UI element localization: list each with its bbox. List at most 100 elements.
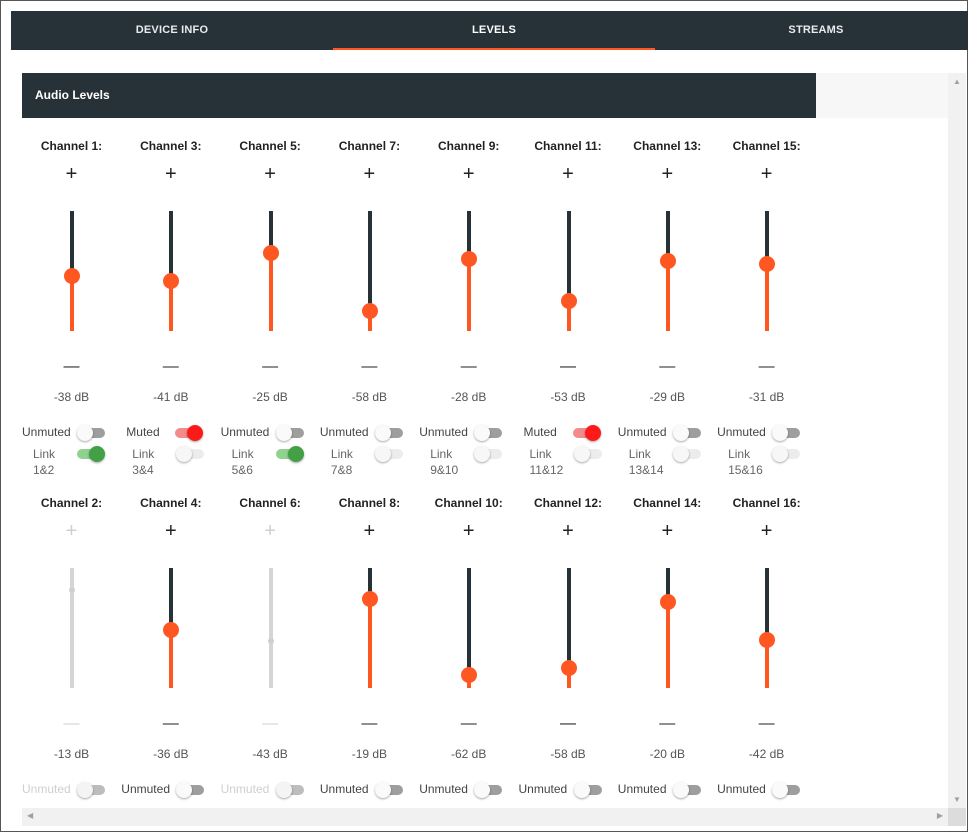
- mute-toggle[interactable]: [275, 425, 304, 441]
- mute-toggle[interactable]: [772, 782, 801, 798]
- volume-slider[interactable]: [262, 211, 279, 331]
- link-toggle[interactable]: [573, 446, 602, 462]
- volume-down-button[interactable]: —: [221, 714, 320, 734]
- link-toggle[interactable]: [374, 446, 403, 462]
- mute-toggle[interactable]: [275, 782, 304, 798]
- volume-slider[interactable]: [560, 568, 577, 688]
- slider-thumb[interactable]: [361, 303, 378, 319]
- volume-up-button[interactable]: +: [717, 164, 816, 184]
- link-toggle[interactable]: [275, 446, 304, 462]
- volume-down-button[interactable]: —: [320, 357, 419, 377]
- mute-toggle[interactable]: [176, 782, 205, 798]
- volume-down-button[interactable]: —: [717, 714, 816, 734]
- mute-toggle[interactable]: [77, 425, 105, 441]
- volume-up-button[interactable]: +: [618, 164, 717, 184]
- volume-down-button[interactable]: —: [419, 357, 518, 377]
- slider-thumb[interactable]: [262, 245, 279, 261]
- volume-up-button[interactable]: +: [121, 521, 220, 541]
- horizontal-scrollbar[interactable]: ◀ ▶: [22, 808, 948, 826]
- scroll-left-icon[interactable]: ◀: [27, 811, 33, 820]
- volume-slider[interactable]: [361, 568, 378, 688]
- mute-toggle[interactable]: [474, 425, 503, 441]
- volume-up-button[interactable]: +: [419, 521, 518, 541]
- volume-slider[interactable]: [759, 211, 776, 331]
- volume-up-button[interactable]: +: [320, 164, 419, 184]
- scroll-right-icon[interactable]: ▶: [937, 811, 943, 820]
- volume-up-button[interactable]: +: [22, 164, 121, 184]
- active-tab-indicator: [333, 48, 655, 50]
- volume-slider[interactable]: [267, 568, 275, 688]
- volume-slider[interactable]: [64, 211, 80, 331]
- scroll-down-icon[interactable]: ▼: [948, 795, 966, 804]
- tab-device-info[interactable]: DEVICE INFO: [11, 11, 333, 50]
- scroll-up-icon[interactable]: ▲: [948, 77, 966, 86]
- volume-down-button[interactable]: —: [419, 714, 518, 734]
- volume-slider[interactable]: [461, 568, 478, 688]
- volume-up-button[interactable]: +: [717, 521, 816, 541]
- volume-up-button[interactable]: +: [419, 164, 518, 184]
- vertical-scrollbar[interactable]: ▲ ▼: [948, 73, 966, 808]
- slider-thumb[interactable]: [659, 594, 676, 610]
- volume-down-button[interactable]: —: [121, 357, 220, 377]
- volume-down-button[interactable]: —: [519, 714, 618, 734]
- volume-slider[interactable]: [560, 211, 577, 331]
- slider-thumb[interactable]: [163, 273, 180, 289]
- tab-streams[interactable]: STREAMS: [655, 11, 968, 50]
- mute-toggle[interactable]: [772, 425, 801, 441]
- volume-up-button[interactable]: +: [221, 521, 320, 541]
- volume-up-button[interactable]: +: [121, 164, 220, 184]
- volume-down-button[interactable]: —: [320, 714, 419, 734]
- volume-up-button[interactable]: +: [221, 164, 320, 184]
- volume-slider[interactable]: [461, 211, 478, 331]
- tab-levels[interactable]: LEVELS: [333, 11, 655, 50]
- volume-up-button[interactable]: +: [22, 521, 121, 541]
- volume-slider[interactable]: [68, 568, 76, 688]
- link-toggle[interactable]: [77, 446, 105, 462]
- volume-slider[interactable]: [659, 211, 676, 331]
- volume-down-button[interactable]: —: [221, 357, 320, 377]
- volume-slider[interactable]: [759, 568, 776, 688]
- slider-thumb[interactable]: [461, 667, 478, 683]
- slider-thumb[interactable]: [267, 638, 274, 644]
- volume-slider[interactable]: [361, 211, 378, 331]
- slider-thumb[interactable]: [759, 256, 776, 272]
- volume-up-button[interactable]: +: [519, 521, 618, 541]
- mute-toggle[interactable]: [573, 782, 602, 798]
- mute-toggle[interactable]: [474, 782, 503, 798]
- slider-thumb[interactable]: [64, 268, 80, 284]
- volume-down-button[interactable]: —: [121, 714, 220, 734]
- toggle-knob: [772, 446, 789, 462]
- mute-toggle[interactable]: [374, 425, 403, 441]
- link-toggle[interactable]: [772, 446, 801, 462]
- volume-down-button[interactable]: —: [22, 714, 121, 734]
- slider-thumb[interactable]: [163, 622, 180, 638]
- slider-thumb[interactable]: [69, 587, 75, 593]
- mute-toggle[interactable]: [374, 782, 403, 798]
- volume-down-button[interactable]: —: [618, 357, 717, 377]
- volume-up-button[interactable]: +: [618, 521, 717, 541]
- volume-down-button[interactable]: —: [618, 714, 717, 734]
- volume-slider[interactable]: [659, 568, 676, 688]
- volume-down-button[interactable]: —: [22, 357, 121, 377]
- slider-thumb[interactable]: [461, 251, 478, 267]
- mute-toggle[interactable]: [572, 425, 601, 441]
- volume-slider[interactable]: [163, 568, 180, 688]
- volume-up-button[interactable]: +: [519, 164, 618, 184]
- volume-down-button[interactable]: —: [519, 357, 618, 377]
- volume-down-button[interactable]: —: [717, 357, 816, 377]
- slider-thumb[interactable]: [361, 591, 378, 607]
- mute-toggle[interactable]: [672, 782, 701, 798]
- mute-toggle[interactable]: [175, 425, 204, 441]
- volume-up-button[interactable]: +: [320, 521, 419, 541]
- slider-thumb[interactable]: [659, 253, 676, 269]
- volume-slider[interactable]: [163, 211, 180, 331]
- mute-control: Unmuted: [221, 782, 320, 798]
- slider-thumb[interactable]: [560, 660, 577, 676]
- link-toggle[interactable]: [176, 446, 205, 462]
- link-toggle[interactable]: [474, 446, 503, 462]
- mute-toggle[interactable]: [672, 425, 701, 441]
- slider-thumb[interactable]: [759, 632, 776, 648]
- mute-toggle[interactable]: [77, 782, 105, 798]
- link-toggle[interactable]: [672, 446, 701, 462]
- slider-thumb[interactable]: [560, 293, 577, 309]
